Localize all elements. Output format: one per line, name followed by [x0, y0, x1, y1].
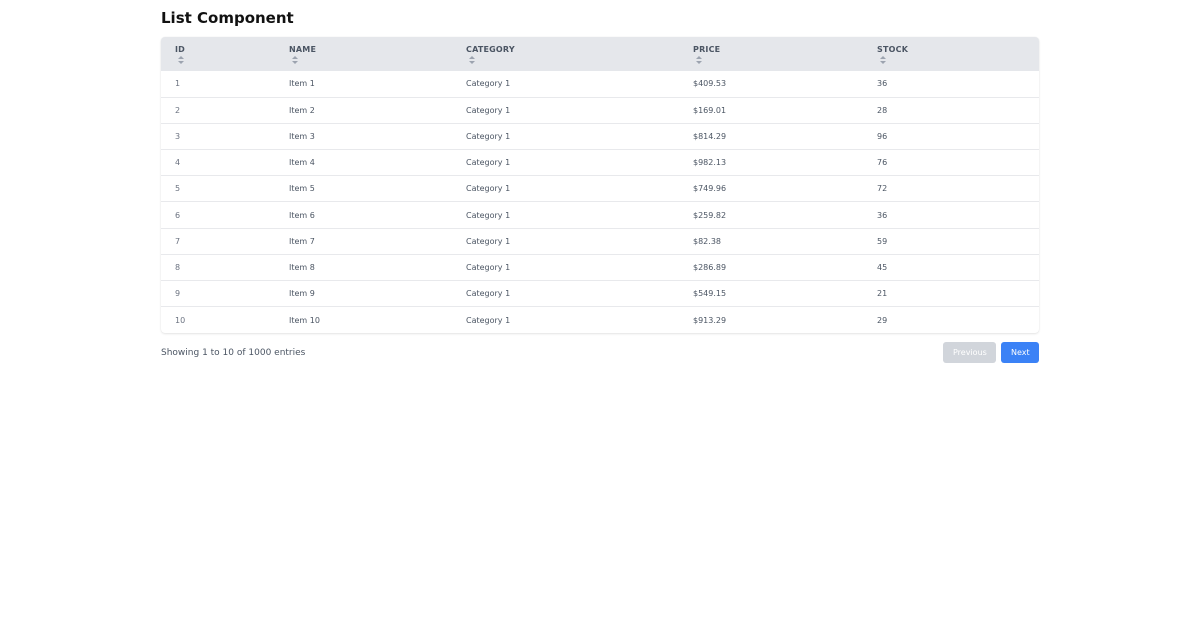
cell-category: Category 1 [466, 105, 511, 115]
table-row[interactable]: 2 Item 2 Category 1 $169.01 28 [161, 97, 1039, 124]
data-table: ID NAME CATEGORY PRICE STOCK 1 Item 1 Ca… [161, 37, 1039, 333]
cell-name: Item 6 [289, 210, 315, 220]
table-row[interactable]: 1 Item 1 Category 1 $409.53 36 [161, 71, 1039, 98]
column-header-label: STOCK [877, 45, 909, 54]
cell-price: $409.53 [693, 79, 727, 89]
cell-stock: 96 [877, 131, 888, 141]
cell-stock: 28 [877, 105, 888, 115]
table-row[interactable]: 8 Item 8 Category 1 $286.89 45 [161, 254, 1039, 281]
cell-name: Item 4 [289, 158, 315, 168]
column-header-name[interactable]: NAME [275, 37, 452, 71]
cell-category: Category 1 [466, 79, 511, 89]
cell-name: Item 10 [289, 315, 320, 325]
sort-icon[interactable] [880, 56, 886, 64]
cell-category: Category 1 [466, 236, 511, 246]
cell-id: 2 [175, 105, 181, 115]
cell-category: Category 1 [466, 210, 511, 220]
table-footer: Showing 1 to 10 of 1000 entries Previous… [161, 342, 1039, 364]
column-header-label: NAME [289, 45, 317, 54]
cell-stock: 76 [877, 158, 888, 168]
cell-category: Category 1 [466, 184, 511, 194]
cell-stock: 21 [877, 289, 888, 299]
cell-name: Item 9 [289, 289, 315, 299]
sort-icon[interactable] [696, 56, 702, 64]
cell-price: $913.29 [693, 315, 727, 325]
cell-id: 6 [175, 210, 181, 220]
data-table-card: ID NAME CATEGORY PRICE STOCK 1 Item 1 Ca… [161, 37, 1039, 333]
cell-price: $982.13 [693, 158, 727, 168]
table-header-row: ID NAME CATEGORY PRICE STOCK [161, 37, 1039, 71]
table-row[interactable]: 5 Item 5 Category 1 $749.96 72 [161, 176, 1039, 202]
cell-stock: 36 [877, 79, 888, 89]
table-row[interactable]: 6 Item 6 Category 1 $259.82 36 [161, 202, 1039, 229]
cell-price: $286.89 [693, 262, 727, 272]
cell-id: 4 [175, 158, 181, 168]
table-row[interactable]: 9 Item 9 Category 1 $549.15 21 [161, 281, 1039, 307]
sort-icon[interactable] [292, 56, 298, 64]
cell-id: 8 [175, 262, 181, 272]
cell-price: $814.29 [693, 131, 727, 141]
cell-name: Item 7 [289, 236, 315, 246]
next-button[interactable]: Next [1001, 342, 1039, 364]
cell-id: 10 [175, 315, 186, 325]
cell-category: Category 1 [466, 262, 511, 272]
cell-stock: 36 [877, 210, 888, 220]
cell-category: Category 1 [466, 315, 511, 325]
page-title: List Component [161, 9, 294, 27]
cell-id: 5 [175, 184, 181, 194]
cell-price: $169.01 [693, 105, 727, 115]
cell-id: 9 [175, 289, 181, 299]
cell-name: Item 3 [289, 131, 315, 141]
cell-price: $549.15 [693, 289, 727, 299]
column-header-label: CATEGORY [466, 45, 515, 54]
column-header-label: ID [175, 45, 186, 54]
cell-name: Item 2 [289, 105, 315, 115]
pagination: Previous Next [943, 342, 1039, 364]
list-component-page: List Component ID NAME CATEGORY PRICE ST… [161, 9, 1039, 364]
column-header-id[interactable]: ID [161, 37, 275, 71]
cell-stock: 29 [877, 315, 888, 325]
cell-id: 3 [175, 131, 181, 141]
cell-stock: 45 [877, 262, 888, 272]
sort-icon[interactable] [469, 56, 475, 64]
cell-id: 7 [175, 236, 181, 246]
cell-stock: 72 [877, 184, 888, 194]
table-row[interactable]: 4 Item 4 Category 1 $982.13 76 [161, 150, 1039, 176]
cell-name: Item 1 [289, 79, 315, 89]
column-header-category[interactable]: CATEGORY [452, 37, 679, 71]
cell-category: Category 1 [466, 289, 511, 299]
cell-price: $749.96 [693, 184, 727, 194]
cell-stock: 59 [877, 236, 888, 246]
table-row[interactable]: 10 Item 10 Category 1 $913.29 29 [161, 307, 1039, 333]
table-header: ID NAME CATEGORY PRICE STOCK [161, 37, 1039, 71]
table-body: 1 Item 1 Category 1 $409.53 36 2 Item 2 … [161, 71, 1039, 333]
entries-summary: Showing 1 to 10 of 1000 entries [161, 347, 306, 358]
cell-category: Category 1 [466, 158, 511, 168]
column-header-price[interactable]: PRICE [679, 37, 863, 71]
table-row[interactable]: 3 Item 3 Category 1 $814.29 96 [161, 123, 1039, 150]
previous-button[interactable]: Previous [943, 342, 996, 364]
cell-price: $82.38 [693, 236, 721, 246]
sort-icon[interactable] [178, 56, 184, 64]
cell-id: 1 [175, 79, 181, 89]
cell-price: $259.82 [693, 210, 727, 220]
cell-name: Item 8 [289, 262, 315, 272]
table-row[interactable]: 7 Item 7 Category 1 $82.38 59 [161, 228, 1039, 255]
cell-name: Item 5 [289, 184, 315, 194]
cell-category: Category 1 [466, 131, 511, 141]
column-header-label: PRICE [693, 45, 721, 54]
column-header-stock[interactable]: STOCK [863, 37, 1039, 71]
